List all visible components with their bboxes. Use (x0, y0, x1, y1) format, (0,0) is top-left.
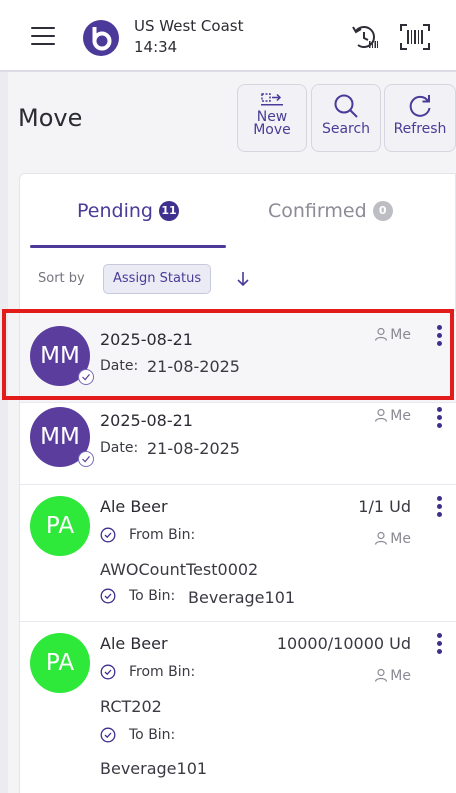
assignee-label: Me (390, 408, 411, 424)
refresh-label: Refresh (393, 121, 447, 137)
from-bin-value: AWOCountTest0002 (100, 560, 259, 579)
assignee: Me (374, 668, 411, 684)
assignee-label: Me (390, 531, 411, 547)
from-bin-value: RCT202 (100, 697, 162, 716)
more-options-icon[interactable] (437, 633, 443, 655)
to-bin-label: To Bin: (129, 727, 176, 743)
tab-pending[interactable]: Pending 11 (30, 200, 226, 248)
sort-direction-icon[interactable] (235, 270, 251, 288)
user-icon (375, 408, 388, 422)
list-item[interactable]: MM 2025-08-21 Date: 21-08-2025 Me (20, 402, 456, 484)
sort-label: Sort by (38, 271, 85, 286)
date-value: 21-08-2025 (147, 439, 240, 458)
check-icon (78, 451, 94, 467)
to-bin-value: Beverage101 (188, 588, 296, 607)
side-strip (0, 72, 8, 793)
main-area: Move New Move Search Refresh Pending 11 C… (8, 72, 456, 793)
barcode-icon[interactable] (400, 24, 430, 50)
selection-highlight (2, 309, 454, 400)
check-circle-icon (100, 664, 116, 680)
tab-confirmed[interactable]: Confirmed 0 (268, 200, 448, 244)
page-title: Move (18, 104, 83, 132)
row-title: 2025-08-21 (100, 411, 193, 430)
assignee-label: Me (390, 668, 411, 684)
row-title: Ale Beer (100, 497, 168, 516)
date-label: Date: (100, 440, 139, 456)
quantity: 10000/10000 Ud (276, 634, 411, 653)
assignee: Me (374, 531, 411, 547)
refresh-button[interactable]: Refresh (384, 84, 456, 152)
avatar: PA (30, 633, 90, 693)
check-circle-icon (100, 588, 116, 604)
new-move-label-2: Move (253, 122, 291, 138)
more-options-icon[interactable] (437, 407, 443, 429)
check-circle-icon (100, 727, 116, 743)
search-icon (334, 94, 358, 118)
user-icon (375, 531, 388, 545)
avatar: PA (30, 496, 90, 556)
list-item[interactable]: PA Ale Beer 1/1 Ud From Bin: Me AWOCount… (20, 484, 456, 621)
more-options-icon[interactable] (437, 496, 443, 518)
from-bin-label: From Bin: (129, 664, 196, 680)
to-bin-value: Beverage101 (100, 759, 208, 778)
quantity: 1/1 Ud (358, 497, 411, 516)
location-time: 14:34 (134, 38, 178, 56)
search-label: Search (321, 121, 371, 137)
logo-icon (83, 20, 119, 56)
assignee: Me (374, 408, 411, 424)
top-bar: US West Coast 14:34 (0, 0, 456, 72)
from-bin-label: From Bin: (129, 527, 196, 543)
check-circle-icon (100, 527, 116, 543)
user-icon (375, 668, 388, 682)
sort-field-chip[interactable]: Assign Status (103, 264, 212, 294)
refresh-icon (409, 95, 431, 117)
menu-icon[interactable] (31, 27, 55, 47)
confirmed-count-badge: 0 (372, 201, 393, 221)
new-move-button[interactable]: New Move (237, 84, 307, 152)
pending-count-badge: 11 (158, 201, 179, 221)
search-button[interactable]: Search (311, 84, 381, 152)
row-title: Ale Beer (100, 634, 168, 653)
list-item[interactable]: PA Ale Beer 10000/10000 Ud From Bin: Me … (20, 621, 456, 793)
tab-pending-label: Pending (77, 200, 153, 222)
location-name: US West Coast (134, 17, 244, 35)
to-bin-label: To Bin: (129, 588, 176, 604)
active-tab-indicator (30, 245, 226, 248)
move-list-card: Pending 11 Confirmed 0 Sort by Assign Stat… (19, 173, 456, 793)
new-move-icon (261, 93, 283, 106)
history-icon[interactable] (350, 23, 380, 51)
tab-confirmed-label: Confirmed (268, 200, 367, 222)
